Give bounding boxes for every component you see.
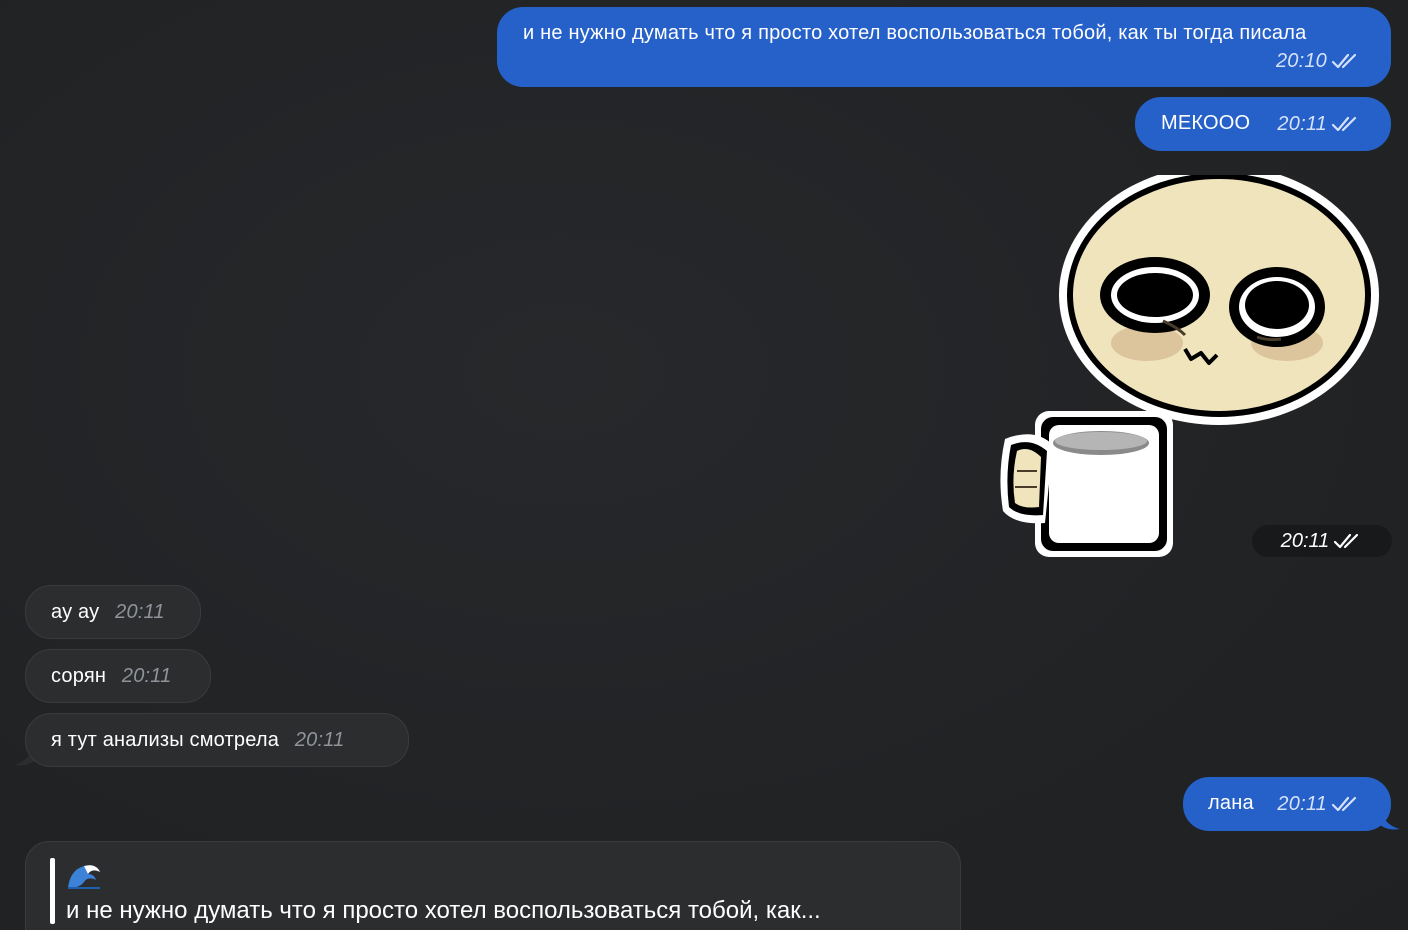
- message-text: и не нужно думать что я просто хотел вос…: [523, 22, 1307, 44]
- sticker-timestamp: 20:11: [1252, 525, 1392, 557]
- quoted-text: и не нужно думать что я просто хотел вос…: [66, 897, 821, 924]
- incoming-message[interactable]: ау ау 20:11: [25, 585, 201, 639]
- message-text: сорян: [51, 665, 107, 687]
- double-check-icon: [1331, 116, 1357, 132]
- message-time: 20:11: [1277, 113, 1327, 135]
- reply-quote-bar: [50, 858, 55, 924]
- double-check-icon: [1331, 796, 1357, 812]
- message-time: 20:11: [115, 601, 165, 623]
- wave-emoji-icon: [68, 865, 100, 889]
- incoming-message[interactable]: сорян 20:11: [25, 649, 211, 703]
- message-text: ау ау: [51, 601, 100, 623]
- reply-message[interactable]: и не нужно думать что я просто хотел вос…: [25, 841, 961, 930]
- message-text: я тут анализы смотрела: [51, 729, 280, 751]
- message-time: 20:11: [121, 665, 172, 687]
- message-meta: 20:10: [1276, 48, 1361, 74]
- message-time: 20:11: [1277, 793, 1327, 815]
- outgoing-message[interactable]: и не нужно думать что я просто хотел вос…: [497, 7, 1391, 87]
- message-text: лана: [1208, 792, 1254, 814]
- cup-holding-face-sticker[interactable]: [995, 175, 1380, 565]
- outgoing-message[interactable]: лана 20:11: [1183, 777, 1391, 831]
- message-time: 20:10: [1275, 50, 1327, 72]
- message-text: МЕКООО: [1161, 112, 1251, 134]
- message-meta: 20:11: [1277, 791, 1361, 817]
- outgoing-message[interactable]: МЕКООО 20:11: [1135, 97, 1391, 151]
- message-time: 20:11: [294, 729, 345, 751]
- incoming-message[interactable]: я тут анализы смотрела 20:11: [25, 713, 409, 767]
- message-meta: 20:11: [1277, 111, 1361, 137]
- chat-area[interactable]: и не нужно думать что я просто хотел вос…: [0, 0, 1408, 930]
- double-check-icon: [1331, 53, 1357, 69]
- double-check-icon: [1334, 533, 1359, 549]
- message-time: 20:11: [1280, 529, 1330, 552]
